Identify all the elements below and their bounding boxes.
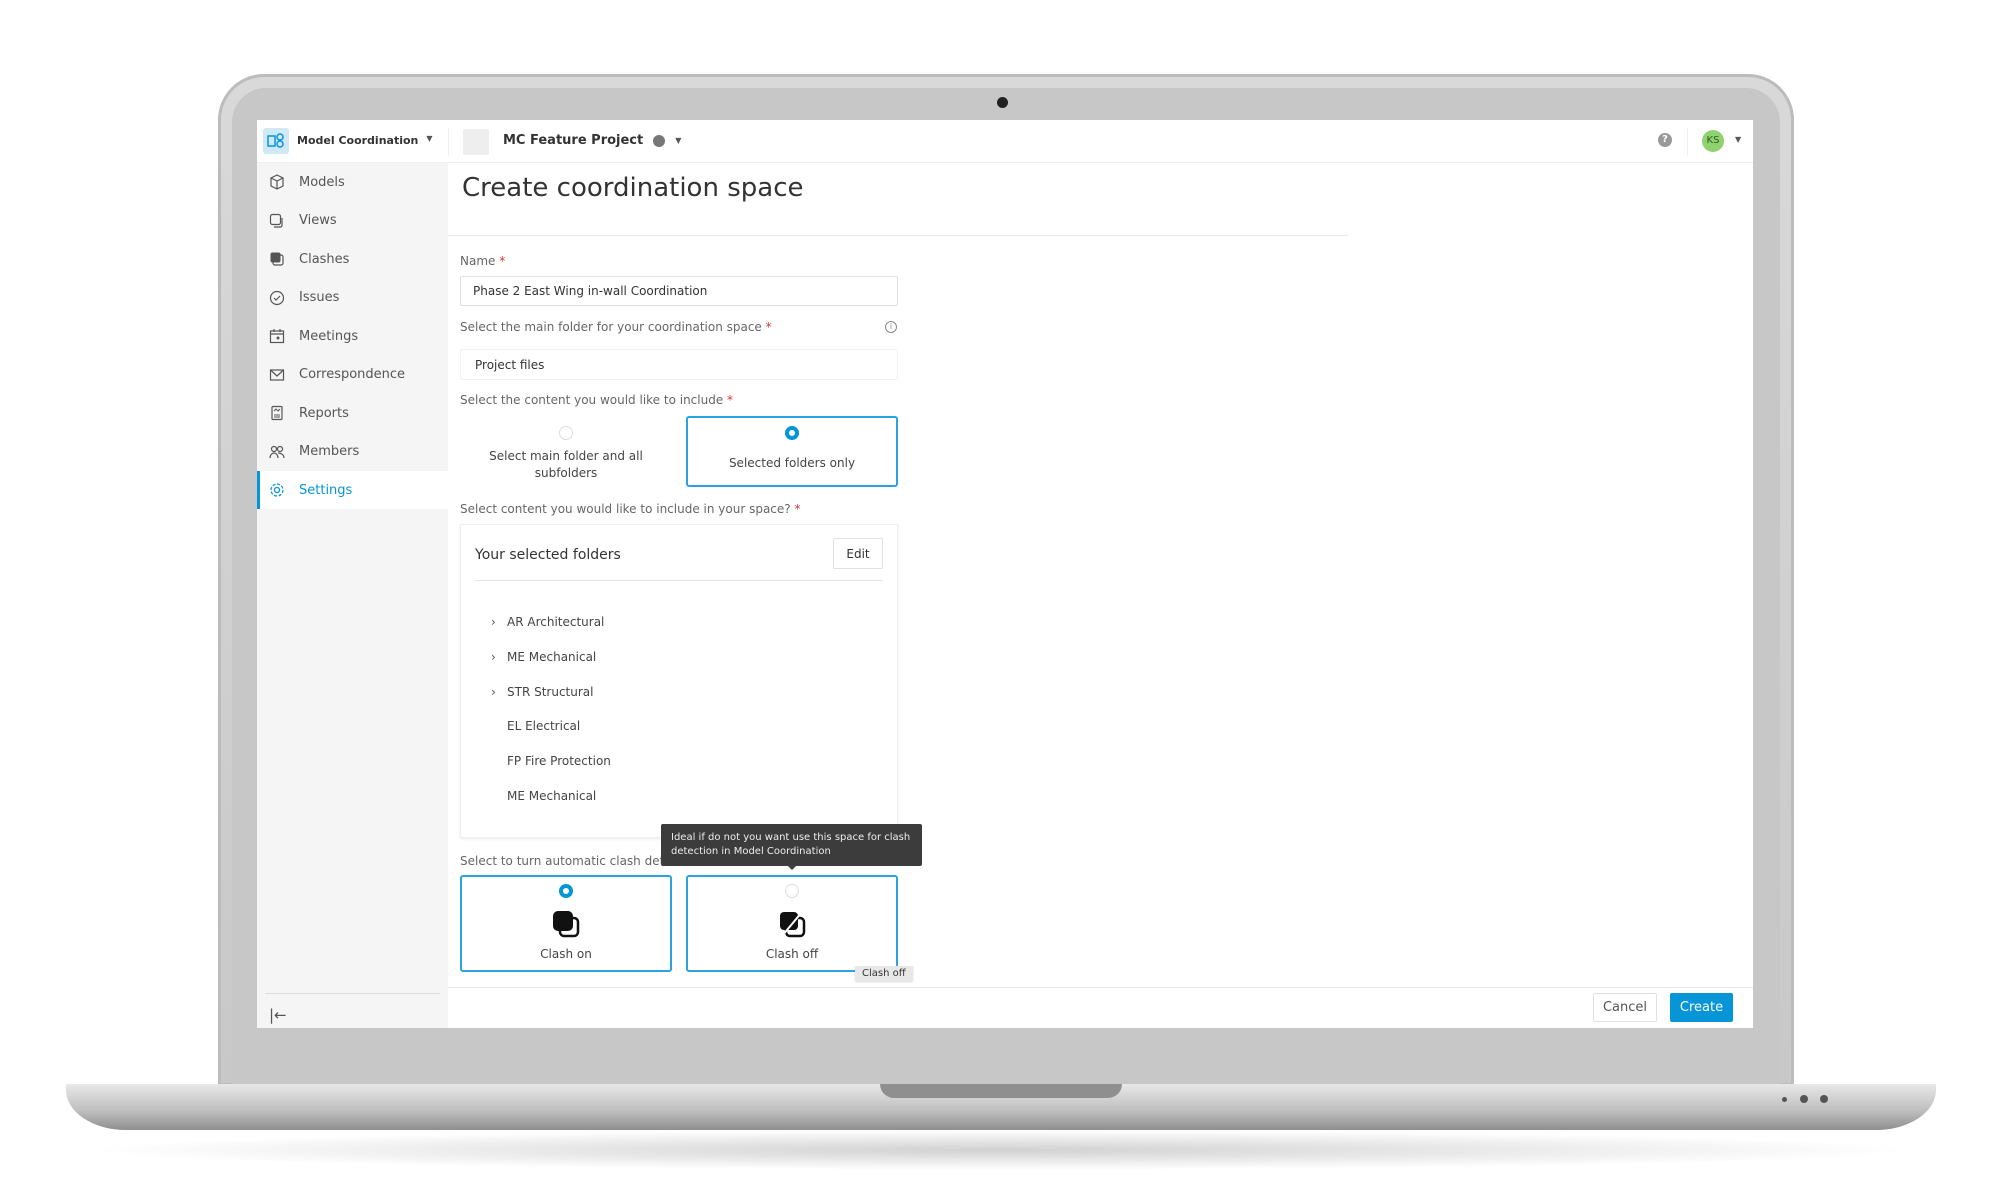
folder-name: FP Fire Protection — [507, 754, 611, 769]
calendar-people-icon — [269, 329, 285, 344]
folder-item[interactable]: ME Mechanical — [491, 789, 596, 803]
folder-item[interactable]: › ME Mechanical — [491, 650, 596, 664]
cube-icon — [270, 174, 284, 190]
laptop-notch — [880, 1084, 1122, 1098]
project-switcher[interactable]: MC Feature Project ▼ — [503, 133, 681, 148]
sidebar-item-meetings[interactable]: Meetings — [257, 317, 448, 355]
sidebar-item-correspondence[interactable]: Correspondence — [257, 356, 448, 394]
sidebar-item-issues[interactable]: Issues — [257, 279, 448, 317]
folder-item[interactable]: › STR Structural — [491, 685, 594, 699]
page-title: Create coordination space — [462, 173, 804, 203]
camera — [997, 97, 1008, 108]
folder-name: ME Mechanical — [507, 789, 597, 803]
sidebar-item-label: Settings — [299, 482, 353, 498]
create-button[interactable]: Create — [1670, 993, 1733, 1022]
folder-item[interactable]: › AR Architectural — [491, 615, 604, 629]
indicator-light — [1800, 1095, 1808, 1103]
clash-on-icon — [553, 911, 580, 938]
content-label: Select the content you would like to inc… — [460, 393, 734, 407]
folder-name: AR Architectural — [507, 615, 605, 629]
chevron-down-icon: ▼ — [675, 136, 682, 145]
clashes-icon — [270, 252, 284, 266]
help-icon[interactable]: ? — [1658, 133, 1672, 147]
folder-name: ME Mechanical — [507, 649, 597, 664]
chevron-down-icon: ▼ — [426, 134, 433, 143]
people-icon — [269, 445, 285, 458]
option-label: Select main folder and all subfolders — [489, 449, 643, 480]
main-folder-select[interactable]: Project files — [460, 349, 898, 380]
laptop-shadow — [80, 1130, 1920, 1170]
globe-icon — [653, 134, 666, 147]
indicator-light — [1820, 1095, 1828, 1103]
envelope-icon — [269, 368, 285, 381]
sidebar-item-members[interactable]: Members — [257, 433, 448, 471]
chevron-right-icon[interactable]: › — [491, 685, 507, 699]
space-content-label: Select content you would like to include… — [460, 502, 801, 516]
divider — [1687, 128, 1688, 156]
views-icon — [269, 213, 283, 228]
radio-button[interactable] — [785, 884, 799, 898]
name-input[interactable]: Phase 2 East Wing in-wall Coordination — [460, 276, 898, 306]
chevron-down-icon[interactable]: ▼ — [1735, 135, 1741, 144]
tooltip: Ideal if do not you want use this space … — [661, 824, 922, 866]
info-icon[interactable]: i — [885, 321, 897, 333]
sidebar-item-reports[interactable]: Reports — [257, 394, 448, 432]
model-coordination-logo-icon — [263, 128, 289, 154]
sidebar-item-label: Correspondence — [299, 367, 406, 382]
hover-tooltip: Clash off — [855, 966, 913, 981]
chevron-right-icon[interactable]: › — [491, 650, 507, 664]
sidebar-item-label: Reports — [299, 405, 349, 421]
indicator-light — [1782, 1097, 1787, 1102]
project-thumbnail — [463, 129, 489, 155]
option-label: Clash on — [540, 947, 592, 961]
folder-name: EL Electrical — [507, 719, 581, 734]
sidebar-item-settings[interactable]: Settings — [257, 471, 448, 509]
clash-off-option[interactable]: Clash off — [686, 875, 898, 972]
radio-button-selected[interactable] — [559, 884, 573, 898]
folder-name: STR Structural — [507, 684, 594, 699]
option-label: Clash off — [765, 947, 819, 961]
divider — [448, 235, 1348, 236]
divider — [448, 128, 449, 156]
sidebar-item-views[interactable]: Views — [257, 202, 448, 240]
gear-icon — [270, 483, 284, 497]
folder-item[interactable]: EL Electrical — [491, 719, 580, 733]
content-option-selected-folders[interactable]: Selected folders only — [686, 416, 898, 487]
sidebar-item-label: Meetings — [299, 328, 359, 344]
top-bar: Model Coordination ▼ MC Feature Project … — [257, 120, 1753, 163]
radio-button[interactable] — [559, 426, 573, 440]
chevron-right-icon[interactable]: › — [491, 615, 507, 629]
sidebar-item-label: Issues — [299, 290, 340, 305]
divider — [265, 993, 440, 994]
folder-item[interactable]: FP Fire Protection — [491, 754, 611, 768]
check-circle-icon — [269, 290, 285, 305]
sidebar: Models Views Clashes Issues Meetings Correspo… — [257, 163, 448, 1028]
clash-off-icon — [780, 911, 806, 938]
collapse-sidebar-icon[interactable]: |← — [269, 1006, 287, 1024]
main-folder-label: Select the main folder for your coordina… — [460, 320, 772, 334]
sidebar-item-label: Clashes — [299, 251, 350, 267]
report-icon — [271, 405, 283, 421]
name-label: Name * — [460, 254, 506, 268]
cancel-button[interactable]: Cancel — [1593, 993, 1657, 1022]
tooltip-arrow — [787, 865, 797, 870]
sidebar-item-label: Views — [299, 213, 337, 228]
footer-divider — [448, 987, 1753, 988]
project-name: MC Feature Project — [503, 133, 644, 148]
app-screen: Model Coordination ▼ MC Feature Project … — [257, 120, 1753, 1028]
sidebar-item-label: Members — [299, 444, 360, 459]
radio-button-selected[interactable] — [785, 426, 799, 440]
avatar[interactable]: KS — [1702, 130, 1724, 152]
sidebar-item-models[interactable]: Models — [257, 163, 448, 201]
content-option-all-subfolders[interactable]: Select main folder and all subfolders — [460, 416, 672, 487]
option-label: Selected folders only — [728, 456, 856, 470]
selected-folders-panel: Your selected folders Edit › AR Architect… — [460, 524, 898, 838]
sidebar-item-clashes[interactable]: Clashes — [257, 240, 448, 278]
product-switcher[interactable]: Model Coordination ▼ — [297, 134, 433, 147]
product-name: Model Coordination — [297, 134, 419, 147]
sidebar-item-label: Models — [299, 174, 345, 190]
clash-on-option[interactable]: Clash on — [460, 875, 672, 972]
